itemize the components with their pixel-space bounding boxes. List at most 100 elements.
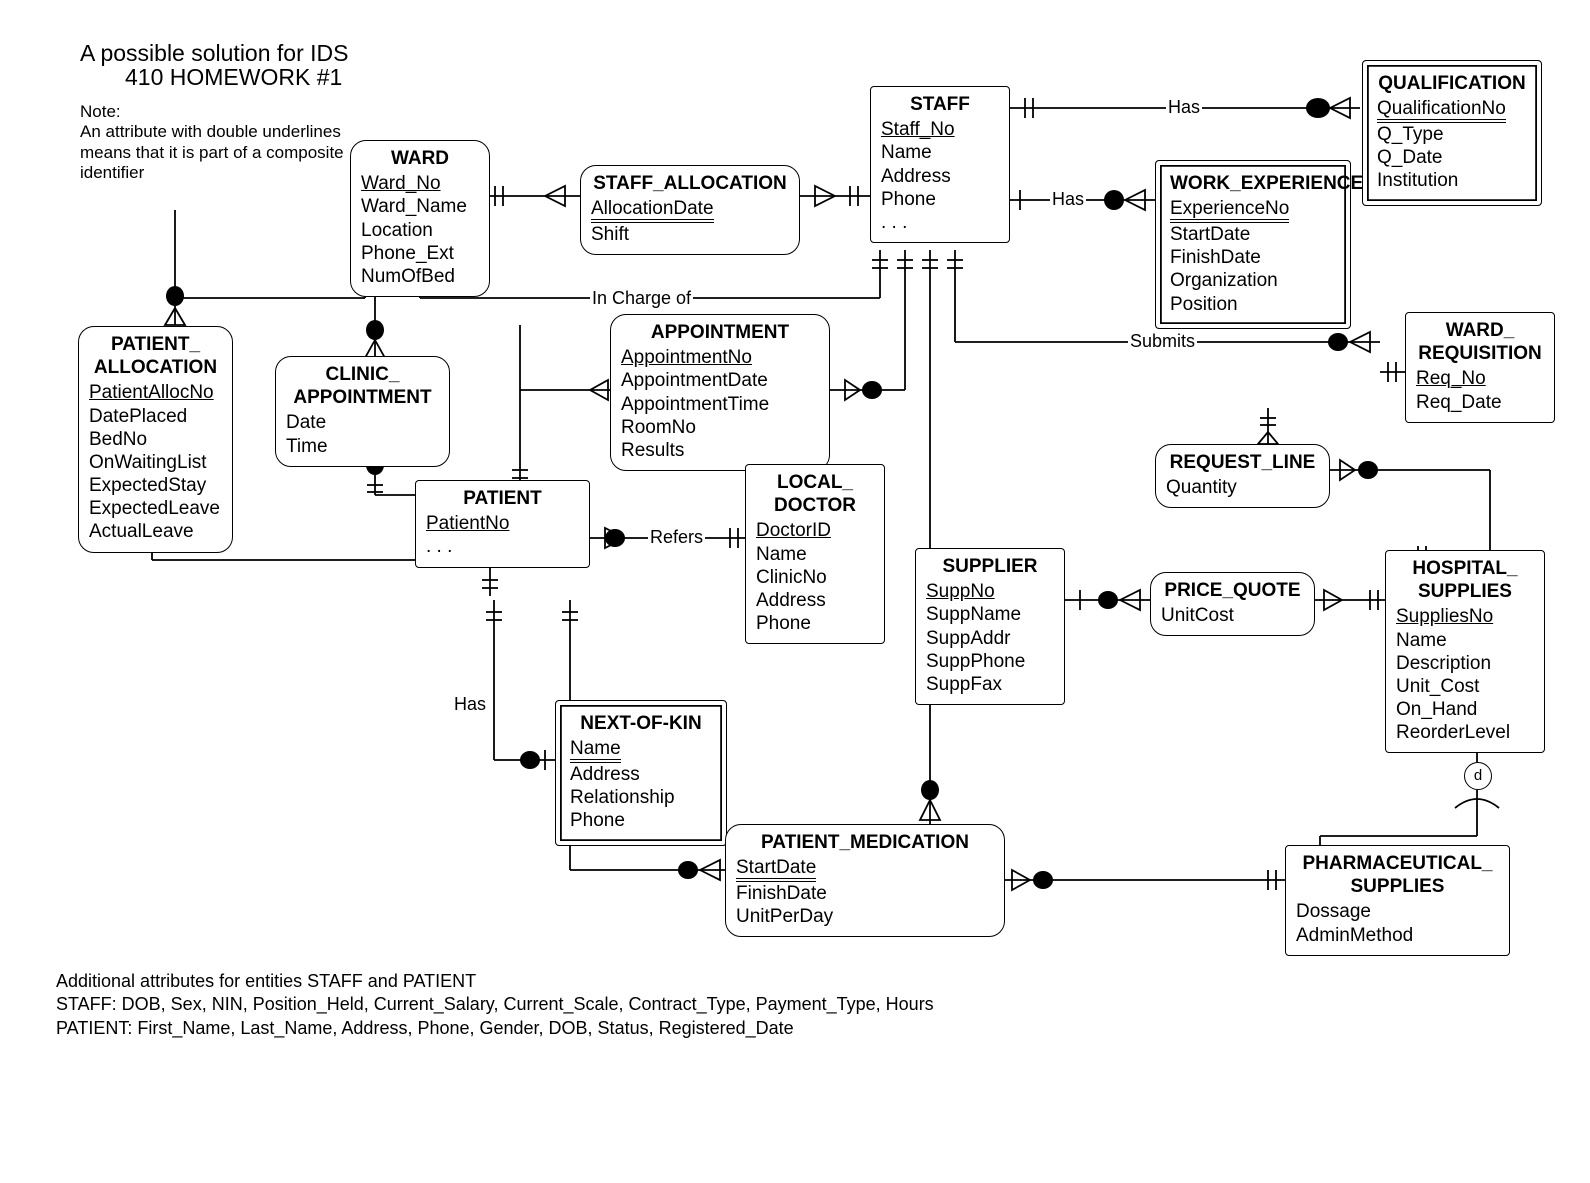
rel-refers: Refers xyxy=(648,527,705,548)
pharmaceutical-supplies-attr-1: AdminMethod xyxy=(1296,924,1499,947)
entity-patient-medication: PATIENT_MEDICATION StartDate FinishDate … xyxy=(725,824,1005,937)
ward-title: WARD xyxy=(361,147,479,170)
appointment-attr-3: RoomNo xyxy=(621,416,819,439)
ward-attr-1: Ward_Name xyxy=(361,195,479,218)
supplier-attr-0: SuppNo xyxy=(926,581,995,602)
local-doctor-attr-2: ClinicNo xyxy=(756,566,874,589)
entity-work-experience: WORK_EXPERIENCE ExperienceNo StartDate F… xyxy=(1155,160,1351,329)
ward-requisition-attr-0: Req_No xyxy=(1416,368,1486,389)
appointment-title: APPOINTMENT xyxy=(621,321,819,344)
patient-allocation-attr-2: BedNo xyxy=(89,428,222,451)
entity-ward: WARD Ward_No Ward_Name Location Phone_Ex… xyxy=(350,140,490,297)
work-experience-title: WORK_EXPERIENCE xyxy=(1170,172,1336,195)
request-line-attr-0: Quantity xyxy=(1166,476,1319,499)
staff-allocation-title: STAFF_ALLOCATION xyxy=(591,172,789,195)
entity-supplier: SUPPLIER SuppNo SuppName SuppAddr SuppPh… xyxy=(915,548,1065,705)
patient-allocation-attr-1: DatePlaced xyxy=(89,405,222,428)
appointment-attr-2: AppointmentTime xyxy=(621,393,819,416)
footer-line3: PATIENT: First_Name, Last_Name, Address,… xyxy=(56,1017,934,1040)
patient-allocation-attr-4: ExpectedStay xyxy=(89,474,222,497)
ward-attr-3: Phone_Ext xyxy=(361,242,479,265)
entity-ward-requisition: WARD_ REQUISITION Req_No Req_Date xyxy=(1405,312,1555,423)
patient-allocation-attr-3: OnWaitingList xyxy=(89,451,222,474)
er-diagram-canvas: A possible solution for IDS 410 HOMEWORK… xyxy=(0,0,1590,1183)
ward-attr-0: Ward_No xyxy=(361,173,441,194)
entity-price-quote: PRICE_QUOTE UnitCost xyxy=(1150,572,1315,636)
pharmaceutical-supplies-title: PHARMACEUTICAL_ SUPPLIES xyxy=(1296,852,1499,898)
local-doctor-attr-0: DoctorID xyxy=(756,520,831,541)
local-doctor-title: LOCAL_ DOCTOR xyxy=(756,471,874,517)
appointment-attr-1: AppointmentDate xyxy=(621,369,819,392)
entity-staff: STAFF Staff_No Name Address Phone . . . xyxy=(870,86,1010,243)
staff-attr-0: Staff_No xyxy=(881,119,955,140)
appointment-attr-4: Results xyxy=(621,439,819,462)
footer-line2: STAFF: DOB, Sex, NIN, Position_Held, Cur… xyxy=(56,993,934,1016)
entity-appointment: APPOINTMENT AppointmentNo AppointmentDat… xyxy=(610,314,830,471)
clinic-appointment-attr-1: Time xyxy=(286,435,439,458)
hospital-supplies-attr-2: Description xyxy=(1396,652,1534,675)
hospital-supplies-attr-0: SuppliesNo xyxy=(1396,606,1493,627)
supplier-attr-3: SuppPhone xyxy=(926,650,1054,673)
patient-attr-1: . . . xyxy=(426,535,579,558)
patient-allocation-title: PATIENT_ ALLOCATION xyxy=(89,333,222,379)
entity-local-doctor: LOCAL_ DOCTOR DoctorID Name ClinicNo Add… xyxy=(745,464,885,644)
entity-next-of-kin: NEXT-OF-KIN Name Address Relationship Ph… xyxy=(555,700,727,846)
entity-patient: PATIENT PatientNo . . . xyxy=(415,480,590,568)
note-block: Note: An attribute with double underline… xyxy=(80,102,360,184)
footer-block: Additional attributes for entities STAFF… xyxy=(56,970,934,1040)
patient-medication-title: PATIENT_MEDICATION xyxy=(736,831,994,854)
patient-medication-attr-2: UnitPerDay xyxy=(736,905,994,928)
entity-qualification: QUALIFICATION QualificationNo Q_Type Q_D… xyxy=(1362,60,1542,206)
entity-pharmaceutical-supplies: PHARMACEUTICAL_ SUPPLIES Dossage AdminMe… xyxy=(1285,845,1510,956)
staff-allocation-attr-1: Shift xyxy=(591,223,789,246)
staff-allocation-attr-0: AllocationDate xyxy=(591,199,714,223)
patient-allocation-attr-5: ExpectedLeave xyxy=(89,497,222,520)
page-title-line1: A possible solution for IDS xyxy=(80,40,348,67)
footer-line1: Additional attributes for entities STAFF… xyxy=(56,970,934,993)
hospital-supplies-title: HOSPITAL_ SUPPLIES xyxy=(1396,557,1534,603)
patient-allocation-attr-6: ActualLeave xyxy=(89,520,222,543)
supplier-attr-1: SuppName xyxy=(926,603,1054,626)
patient-medication-attr-1: FinishDate xyxy=(736,882,994,905)
pharmaceutical-supplies-attr-0: Dossage xyxy=(1296,900,1499,923)
work-experience-attr-0: ExperienceNo xyxy=(1170,199,1289,223)
patient-allocation-attr-0: PatientAllocNo xyxy=(89,382,214,403)
hospital-supplies-attr-1: Name xyxy=(1396,629,1534,652)
rel-in-charge-of: In Charge of xyxy=(590,288,693,309)
patient-medication-attr-0: StartDate xyxy=(736,858,816,882)
local-doctor-attr-3: Address xyxy=(756,589,874,612)
entity-patient-allocation: PATIENT_ ALLOCATION PatientAllocNo DateP… xyxy=(78,326,233,553)
work-experience-attr-1: StartDate xyxy=(1170,223,1336,246)
ward-requisition-attr-1: Req_Date xyxy=(1416,391,1544,414)
next-of-kin-title: NEXT-OF-KIN xyxy=(570,712,712,735)
staff-attr-2: Address xyxy=(881,165,999,188)
hospital-supplies-attr-3: Unit_Cost xyxy=(1396,675,1534,698)
hospital-supplies-attr-5: ReorderLevel xyxy=(1396,721,1534,744)
patient-attr-0: PatientNo xyxy=(426,513,509,534)
entity-request-line: REQUEST_LINE Quantity xyxy=(1155,444,1330,508)
note-label: Note: xyxy=(80,102,360,122)
rel-has-work-experience: Has xyxy=(1050,189,1086,210)
qualification-attr-3: Institution xyxy=(1377,169,1527,192)
clinic-appointment-attr-0: Date xyxy=(286,411,439,434)
staff-title: STAFF xyxy=(881,93,999,116)
rel-submits: Submits xyxy=(1128,331,1197,352)
rel-has-next-of-kin: Has xyxy=(452,694,488,715)
local-doctor-attr-4: Phone xyxy=(756,612,874,635)
next-of-kin-attr-3: Phone xyxy=(570,809,712,832)
patient-title: PATIENT xyxy=(426,487,579,510)
staff-attr-1: Name xyxy=(881,141,999,164)
staff-attr-3: Phone xyxy=(881,188,999,211)
work-experience-attr-3: Organization xyxy=(1170,269,1336,292)
work-experience-attr-2: FinishDate xyxy=(1170,246,1336,269)
supplier-attr-2: SuppAddr xyxy=(926,627,1054,650)
clinic-appointment-title: CLINIC_ APPOINTMENT xyxy=(286,363,439,409)
entity-clinic-appointment: CLINIC_ APPOINTMENT Date Time xyxy=(275,356,450,467)
supplier-title: SUPPLIER xyxy=(926,555,1054,578)
page-title-line2: 410 HOMEWORK #1 xyxy=(125,64,342,91)
qualification-title: QUALIFICATION xyxy=(1377,72,1527,95)
price-quote-title: PRICE_QUOTE xyxy=(1161,579,1304,602)
supplier-attr-4: SuppFax xyxy=(926,673,1054,696)
disjoint-circle: d xyxy=(1464,762,1492,790)
entity-hospital-supplies: HOSPITAL_ SUPPLIES SuppliesNo Name Descr… xyxy=(1385,550,1545,753)
